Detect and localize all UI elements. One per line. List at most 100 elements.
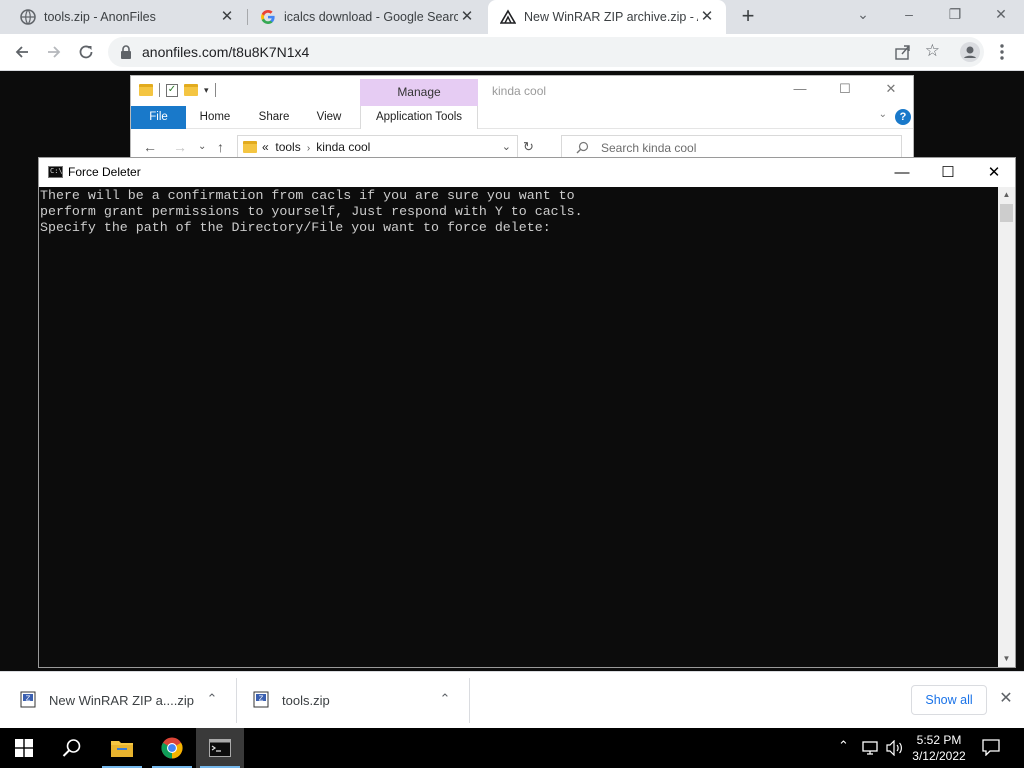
file-explorer-icon (111, 741, 133, 757)
console-output[interactable]: There will be a confirmation from cacls … (39, 187, 999, 667)
close-window-button[interactable]: ✕ (978, 0, 1024, 30)
tab-home[interactable]: Home (193, 106, 237, 129)
breadcrumb-kinda-cool[interactable]: kinda cool (316, 140, 370, 154)
clock-time: 5:52 PM (916, 733, 962, 747)
recent-locations-icon[interactable]: ⌄ (198, 141, 206, 152)
close-icon[interactable]: ✕ (698, 8, 716, 26)
manage-context-tab[interactable]: Manage (360, 79, 478, 106)
download-item-winrar-archive[interactable]: Z New WinRAR ZIP a....zip ⌃ (0, 672, 236, 729)
chevron-up-icon[interactable]: ⌃ (437, 691, 453, 707)
tab-anonfiles[interactable]: tools.zip - AnonFiles ✕ (8, 0, 246, 34)
tab-file[interactable]: File (131, 106, 186, 129)
address-bar[interactable]: anonfiles.com/t8u8K7N1x4 ☆ (108, 37, 984, 67)
explorer-address-bar[interactable]: « tools › kinda cool ⌄ (237, 135, 518, 159)
zip-file-icon: Z (20, 691, 36, 708)
minimize-button[interactable]: — (879, 158, 925, 187)
download-shelf: Z New WinRAR ZIP a....zip ⌃ Z tools.zip … (0, 671, 1024, 728)
console-icon (209, 739, 231, 757)
minimize-button[interactable]: – (886, 0, 932, 30)
explorer-titlebar: ✓ ▾ Manage kinda cool — ☐ ✕ (131, 76, 913, 106)
tab-winrar-archive[interactable]: New WinRAR ZIP archive.zip - Ar ✕ (488, 0, 726, 34)
forward-button[interactable] (40, 38, 68, 66)
arrow-right-icon (48, 46, 61, 58)
expand-ribbon-icon[interactable]: ⌄ (879, 109, 887, 120)
forward-arrow-icon[interactable]: → (173, 139, 187, 155)
arrow-left-icon (15, 46, 28, 58)
customize-qat-icon[interactable]: ▾ (204, 85, 209, 96)
taskbar-console[interactable] (196, 728, 244, 768)
tab-share[interactable]: Share (251, 106, 297, 129)
back-arrow-icon[interactable]: ← (143, 139, 157, 155)
start-button[interactable] (0, 728, 48, 768)
breadcrumb-tools[interactable]: tools (275, 140, 300, 154)
force-deleter-console-window: C:\ Force Deleter — ☐ ✕ There will be a … (38, 157, 1016, 668)
new-tab-button[interactable]: + (736, 5, 760, 29)
console-scrollbar[interactable]: ▲ ▼ (998, 187, 1015, 667)
back-button[interactable] (8, 38, 36, 66)
help-icon[interactable]: ? (895, 109, 911, 125)
close-window-button[interactable]: ✕ (876, 81, 906, 97)
menu-button[interactable] (988, 38, 1016, 66)
tab-application-tools[interactable]: Application Tools (360, 106, 478, 129)
tab-view[interactable]: View (309, 106, 349, 129)
new-folder-icon[interactable] (184, 84, 198, 96)
divider (214, 83, 216, 97)
more-vert-icon (1000, 44, 1004, 60)
folder-icon (243, 141, 257, 153)
folder-icon[interactable] (139, 84, 153, 96)
svg-text:Z: Z (259, 695, 264, 703)
close-icon[interactable]: ✕ (996, 689, 1016, 709)
close-window-button[interactable]: ✕ (971, 158, 1017, 187)
system-clock[interactable]: 5:52 PM 3/12/2022 (906, 732, 972, 764)
scroll-up-icon[interactable]: ▲ (998, 187, 1015, 203)
maximize-button[interactable]: ☐ (925, 158, 971, 187)
show-all-button[interactable]: Show all (911, 685, 987, 715)
globe-icon (20, 9, 36, 25)
scrollbar-thumb[interactable] (1000, 204, 1013, 222)
taskbar-chrome[interactable] (148, 728, 196, 768)
windows-logo-icon (15, 739, 33, 757)
reload-icon (79, 45, 93, 59)
browser-toolbar: anonfiles.com/t8u8K7N1x4 ☆ (0, 34, 1024, 71)
profile-button[interactable] (956, 38, 984, 66)
tab-title: New WinRAR ZIP archive.zip - Ar (524, 10, 698, 24)
close-icon[interactable]: ✕ (218, 8, 236, 26)
notification-icon[interactable] (982, 738, 1000, 756)
console-icon: C:\ (48, 166, 63, 178)
url-text[interactable]: anonfiles.com/t8u8K7N1x4 (142, 44, 309, 60)
up-arrow-icon[interactable]: ↑ (217, 139, 224, 155)
network-icon[interactable] (862, 740, 880, 756)
chevron-down-icon[interactable]: ⌄ (502, 140, 511, 153)
tab-title: icalcs download - Google Search (284, 10, 458, 24)
breadcrumb-overflow[interactable]: « (262, 140, 269, 154)
download-filename: New WinRAR ZIP a....zip (49, 693, 194, 708)
explorer-search-box[interactable]: Search kinda cool (561, 135, 902, 159)
lock-icon[interactable] (120, 45, 132, 59)
properties-icon[interactable]: ✓ (166, 83, 178, 97)
volume-icon[interactable] (886, 740, 904, 756)
restore-button[interactable]: ❐ (932, 0, 978, 30)
divider (469, 678, 470, 723)
reload-button[interactable] (72, 38, 100, 66)
maximize-button[interactable]: ☐ (830, 81, 860, 97)
console-prompt-line: Specify the path of the Directory/File y… (40, 220, 551, 235)
taskbar-search-button[interactable] (48, 728, 96, 768)
download-item-tools-zip[interactable]: Z tools.zip ⌃ (233, 672, 469, 729)
chevron-up-icon[interactable]: ⌃ (838, 738, 849, 754)
share-icon[interactable] (894, 43, 912, 61)
tab-google-search[interactable]: icalcs download - Google Search ✕ (248, 0, 486, 34)
taskbar-file-explorer[interactable] (98, 728, 146, 768)
chevron-right-icon: › (304, 143, 313, 154)
bookmark-star-icon[interactable]: ☆ (925, 41, 940, 61)
console-titlebar[interactable]: C:\ Force Deleter — ☐ ✕ (39, 158, 1015, 187)
minimize-button[interactable]: — (785, 81, 815, 96)
close-icon[interactable]: ✕ (458, 8, 476, 26)
console-line: There will be a confirmation from cacls … (40, 188, 575, 203)
refresh-icon[interactable]: ↻ (523, 139, 534, 155)
breadcrumb: « tools › kinda cool (262, 140, 370, 154)
scroll-down-icon[interactable]: ▼ (998, 651, 1015, 667)
chevron-up-icon[interactable]: ⌃ (204, 691, 220, 707)
google-icon (260, 9, 276, 25)
explorer-title: kinda cool (492, 84, 547, 98)
tab-search-icon[interactable]: ⌄ (840, 0, 886, 30)
